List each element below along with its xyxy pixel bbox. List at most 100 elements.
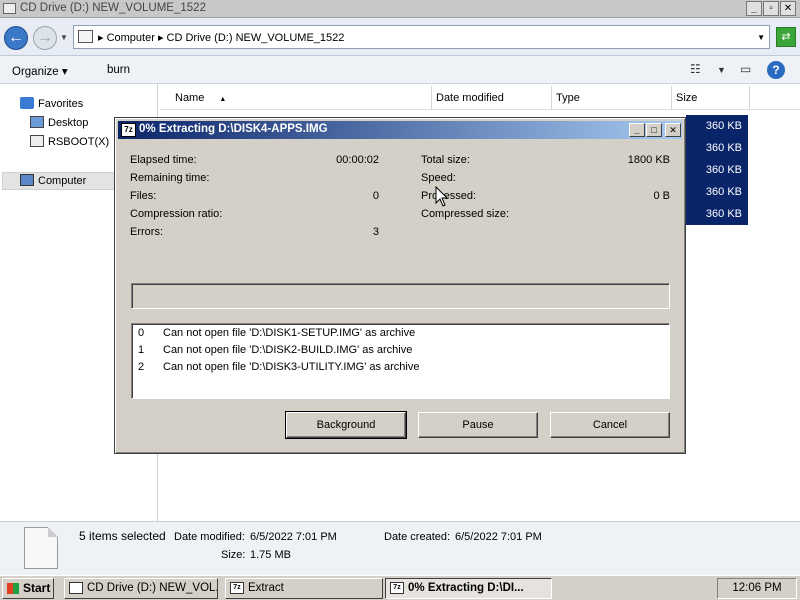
file-size-cell[interactable]: 360 KB [686, 203, 748, 225]
error-message-list[interactable]: 0 Can not open file 'D:\DISK1-SETUP.IMG' … [131, 323, 670, 399]
address-bar: ← → ▼ ▸ Computer ▸ CD Drive (D:) NEW_VOL… [0, 18, 800, 56]
nav-item-favorites[interactable]: Favorites [20, 97, 83, 115]
nav-item-rsboot[interactable]: RSBOOT(X) [30, 135, 109, 153]
nav-item-desktop[interactable]: Desktop [30, 116, 88, 134]
file-size-cell[interactable]: 360 KB [686, 137, 748, 159]
file-size-cell[interactable]: 360 KB [686, 115, 748, 137]
7zip-icon: 7z [121, 123, 136, 137]
breadcrumb-computer[interactable]: Computer [107, 32, 155, 44]
column-name[interactable]: Name ▲ [160, 86, 432, 110]
compressed-size-label: Compressed size: [421, 208, 510, 220]
extract-progress-dialog: 7z 0% Extracting D:\DISK4-APPS.IMG _ □ ✕… [114, 117, 686, 454]
maximize-button[interactable]: ▫ [763, 1, 779, 16]
errors-value: 3 [372, 226, 379, 238]
close-button[interactable]: ✕ [665, 123, 681, 137]
list-item[interactable]: 0 Can not open file 'D:\DISK1-SETUP.IMG' … [138, 327, 415, 344]
forward-button[interactable]: → [33, 26, 57, 50]
message-index: 0 [138, 327, 145, 339]
star-folder-icon [20, 97, 34, 109]
command-bar: Organize ▾ burn ☷ ▼ ▭ ? [0, 56, 800, 84]
cancel-button[interactable]: Cancel [550, 412, 670, 438]
maximize-button[interactable]: □ [646, 123, 662, 137]
date-modified-value: 6/5/2022 7:01 PM [250, 531, 337, 543]
drive-icon [3, 3, 16, 14]
address-input[interactable]: ▸ Computer ▸ CD Drive (D:) NEW_VOLUME_15… [73, 25, 770, 49]
file-size-cell[interactable]: 360 KB [686, 181, 748, 203]
minimize-button[interactable]: _ [629, 123, 645, 137]
7zip-icon: 7z [390, 582, 404, 594]
desktop-icon [30, 116, 44, 128]
task-label: 0% Extracting D:\DI... [408, 582, 524, 594]
drive-icon [69, 582, 83, 594]
breadcrumb-separator-icon: ▸ [98, 32, 107, 44]
start-button[interactable]: Start [2, 578, 54, 599]
preview-pane-icon[interactable]: ▭ [740, 62, 751, 76]
explorer-titlebar[interactable]: CD Drive (D:) NEW_VOLUME_1522 _ ▫ ✕ [0, 0, 800, 18]
compression-ratio-label: Compression ratio: [130, 208, 223, 220]
list-item[interactable]: 1 Can not open file 'D:\DISK2-BUILD.IMG' … [138, 344, 412, 361]
column-size[interactable]: Size [672, 86, 750, 110]
taskbar-item-extracting[interactable]: 7z 0% Extracting D:\DI... [385, 578, 552, 599]
drive-icon [30, 135, 44, 147]
message-text: Can not open file 'D:\DISK1-SETUP.IMG' a… [163, 327, 416, 339]
files-label: Files: [130, 190, 157, 202]
address-dropdown-icon[interactable]: ▼ [757, 33, 765, 42]
organize-button[interactable]: Organize ▾ [12, 64, 68, 78]
7zip-icon: 7z [230, 582, 244, 594]
nav-label: Favorites [38, 98, 84, 110]
message-text: Can not open file 'D:\DISK3-UTILITY.IMG'… [163, 361, 420, 373]
start-label: Start [23, 581, 51, 595]
background-button[interactable]: Background [285, 411, 407, 439]
taskbar-item-extract[interactable]: 7z Extract [225, 578, 383, 599]
organize-label: Organize [12, 66, 59, 78]
progress-bar [131, 283, 670, 309]
nav-label: Desktop [48, 117, 89, 129]
date-modified-label: Date modified: [174, 531, 245, 543]
column-label: Name [175, 92, 205, 104]
remaining-time-label: Remaining time: [130, 172, 210, 184]
close-button[interactable]: ✕ [780, 1, 796, 16]
date-created-value: 6/5/2022 7:01 PM [455, 531, 542, 543]
errors-label: Errors: [130, 226, 163, 238]
task-label: Extract [248, 582, 284, 594]
nav-label: RSBOOT(X) [48, 136, 110, 148]
back-button[interactable]: ← [4, 26, 28, 50]
file-size-cell[interactable]: 360 KB [686, 159, 748, 181]
list-item[interactable]: 2 Can not open file 'D:\DISK3-UTILITY.IMG… [138, 361, 420, 378]
message-index: 1 [138, 344, 145, 356]
column-headers: Name ▲ Date modified Type Size [160, 86, 800, 110]
processed-value: 0 B [653, 190, 670, 202]
refresh-button[interactable]: ⇄ [776, 27, 796, 47]
date-created-label: Date created: [384, 531, 451, 543]
view-dropdown-icon[interactable]: ▼ [717, 65, 726, 75]
history-dropdown-icon[interactable]: ▼ [60, 33, 68, 42]
breadcrumb-drive[interactable]: CD Drive (D:) NEW_VOLUME_1522 [167, 32, 345, 44]
message-text: Can not open file 'D:\DISK2-BUILD.IMG' a… [163, 344, 413, 356]
minimize-button[interactable]: _ [746, 1, 762, 16]
dialog-titlebar[interactable]: 7z 0% Extracting D:\DISK4-APPS.IMG _ □ ✕ [118, 121, 682, 139]
burn-button[interactable]: burn [107, 64, 130, 76]
pause-button[interactable]: Pause [418, 412, 538, 438]
system-clock[interactable]: 12:06 PM [717, 578, 797, 599]
elapsed-time-value: 00:00:02 [336, 154, 379, 166]
column-date-modified[interactable]: Date modified [432, 86, 552, 110]
mouse-cursor-icon [435, 186, 449, 207]
nav-label: Computer [38, 175, 87, 187]
nav-item-computer[interactable]: Computer [20, 174, 86, 192]
size-label: Size: [221, 549, 246, 561]
selection-count: 5 items selected [79, 529, 166, 543]
column-type[interactable]: Type [552, 86, 672, 110]
message-index: 2 [138, 361, 145, 373]
help-icon[interactable]: ? [767, 61, 785, 79]
details-pane: 5 items selected Date modified: 6/5/2022… [0, 521, 800, 575]
dialog-title: 0% Extracting D:\DISK4-APPS.IMG [139, 123, 328, 135]
taskbar-item-explorer[interactable]: CD Drive (D:) NEW_VOL... [64, 578, 218, 599]
explorer-title: CD Drive (D:) NEW_VOLUME_1522 [20, 2, 206, 14]
windows-logo-icon [7, 583, 19, 594]
size-value: 1.75 MB [250, 549, 291, 561]
view-options-icon[interactable]: ☷ [690, 62, 701, 76]
files-value: 0 [372, 190, 379, 202]
taskbar: Start CD Drive (D:) NEW_VOL... 7z Extrac… [0, 575, 800, 600]
total-size-value: 1800 KB [627, 154, 670, 166]
breadcrumb: ▸ Computer ▸ CD Drive (D:) NEW_VOLUME_15… [98, 31, 344, 44]
